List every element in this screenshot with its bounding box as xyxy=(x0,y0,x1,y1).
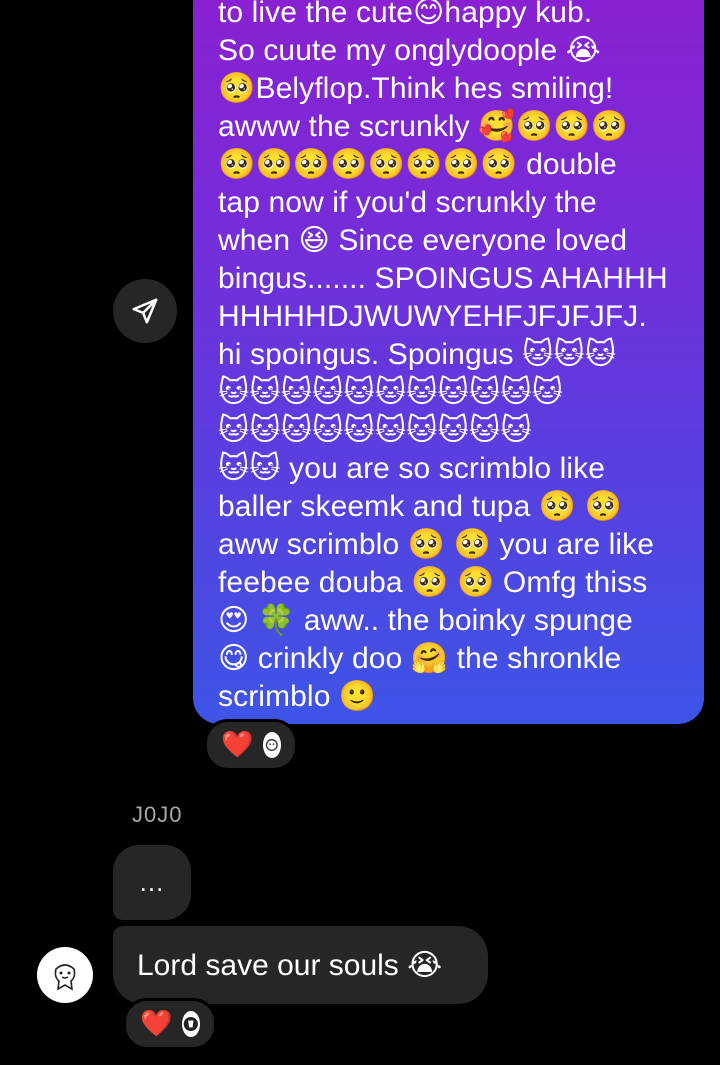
message-line: feebee douba 🥺 🥺 Omfg thiss xyxy=(218,566,648,599)
paper-plane-icon xyxy=(132,298,158,324)
message-line: tap now if you'd scrunkly the xyxy=(218,186,597,219)
message-line: 😋 crinkly doo 🤗 the shronkle xyxy=(218,642,622,675)
reactor-avatar xyxy=(182,1011,200,1037)
message-line: baller skeemk and tupa 🥺 🥺 xyxy=(218,490,623,523)
outgoing-message-text: to live the cute😊happy kub. So cuute my … xyxy=(218,0,694,716)
message-line: 🐱🐱 you are so scrimblo like xyxy=(218,452,606,485)
message-line: awww the scrunkly 🥰🥺🥺🥺 xyxy=(218,110,629,143)
share-button[interactable] xyxy=(113,279,177,343)
message-line: aww scrimblo 🥺 🥺 you are like xyxy=(218,528,655,561)
message-line: to live the cute😊happy kub. xyxy=(218,0,593,29)
message-line: hi spoingus. Spoingus 🐱🐱🐱 xyxy=(218,338,617,371)
sender-avatar[interactable] xyxy=(37,947,93,1003)
message-line: 😍 🍀 aww.. the boinky spunge xyxy=(218,604,633,637)
heart-reaction: ❤️ xyxy=(140,1009,173,1039)
outgoing-message-bubble[interactable]: to live the cute😊happy kub. So cuute my … xyxy=(193,0,704,724)
message-line: when 😆 Since everyone loved xyxy=(218,224,628,257)
heart-reaction: ❤️ xyxy=(221,730,254,760)
message-text: Lord save our souls 😭 xyxy=(137,948,443,982)
reactor-avatar xyxy=(263,732,281,758)
incoming-message-bubble[interactable]: ... xyxy=(113,845,191,920)
message-line: bingus....... SPOINGUS AHAHHH xyxy=(218,262,668,295)
message-line: 🐱🐱🐱🐱🐱🐱🐱🐱🐱🐱 xyxy=(218,414,532,447)
message-line: 🐱🐱🐱🐱🐱🐱🐱🐱🐱🐱🐱 xyxy=(218,376,564,409)
outgoing-reactions[interactable]: ❤️ xyxy=(204,719,298,771)
message-line: 🥺Belyflop.Think hes smiling! xyxy=(218,72,614,105)
incoming-reactions[interactable]: ❤️ xyxy=(123,998,217,1050)
message-line: HHHHHDJWUWYEHFJFJFJFJ. xyxy=(218,300,647,333)
sender-name: J0J0 xyxy=(132,802,183,827)
message-line: scrimblo 🙂 xyxy=(218,680,377,713)
incoming-message-bubble[interactable]: Lord save our souls 😭 xyxy=(113,926,488,1004)
message-line: 🥺🥺🥺🥺🥺🥺🥺🥺 double xyxy=(218,148,617,181)
avatar-drawing-icon xyxy=(54,964,76,991)
message-line: So cuute my onglydoople 😭 xyxy=(218,34,601,67)
